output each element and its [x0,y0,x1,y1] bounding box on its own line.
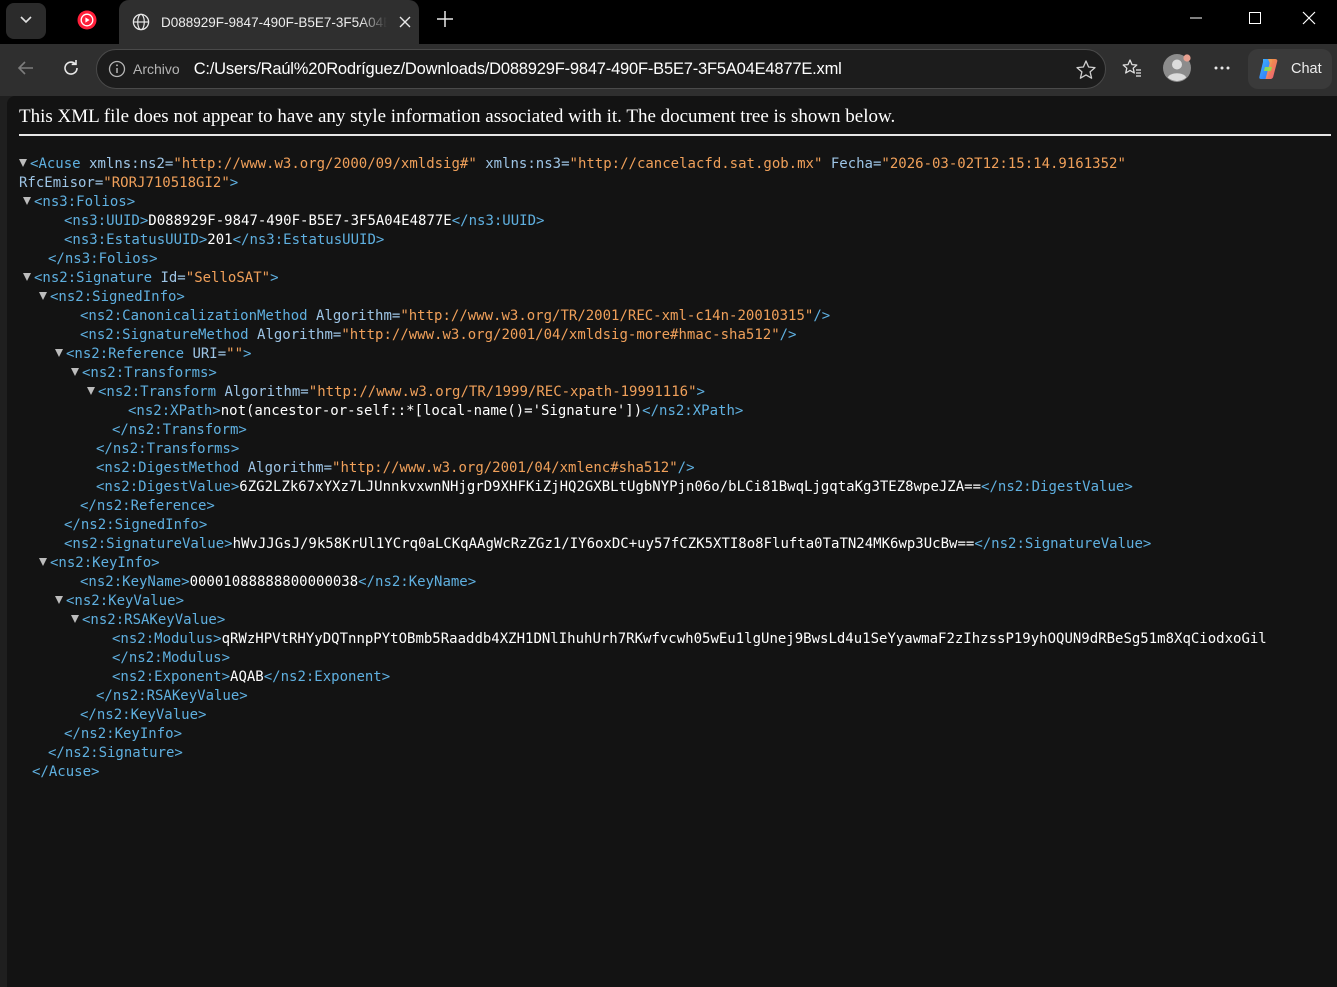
xml-close-keyvalue: </ns2:KeyValue> [80,707,207,723]
xml-node-transform: <ns2:Transform Algorithm="http://www.w3.… [19,383,1267,402]
tab-xml-file[interactable]: D088929F-9847-490F-B5E7-3F5A04E4877E.xml [119,0,419,44]
back-button[interactable] [8,52,44,88]
maximize-window-button[interactable] [1226,0,1284,40]
address-url[interactable]: C:/Users/Raúl%20Rodríguez/Downloads/D088… [194,60,842,79]
xml-node-estatusuuid: <ns3:EstatusUUID>201</ns3:EstatusUUID> [64,232,385,248]
minimize-window-button[interactable] [1167,0,1225,40]
chat-label: Chat [1291,61,1322,77]
reload-icon [61,58,81,83]
xml-node-keyvalue: <ns2:KeyValue> [19,592,1267,611]
xml-node-signaturemethod: <ns2:SignatureMethod Algorithm="http://w… [80,327,797,343]
xml-node-xpath: <ns2:XPath>not(ancestor-or-self::*[local… [128,403,744,419]
close-icon [1302,11,1316,30]
xml-close-signature: </ns2:Signature> [48,745,183,761]
xml-node-digestvalue: <ns2:DigestValue>6ZG2LZk67xYXz7LJUnnkvxw… [96,479,1133,495]
collapse-toggle[interactable] [19,159,27,167]
globe-icon [131,12,151,32]
collapse-toggle[interactable] [55,596,63,604]
close-tab-icon[interactable] [395,12,415,32]
xml-node-folios: <ns3:Folios> [19,193,1267,212]
xml-style-notice: This XML file does not appear to have an… [19,106,1331,136]
xml-close-modulus: </ns2:Modulus> [112,650,231,666]
tab-youtube-music[interactable] [58,2,116,42]
xml-node-uuid: <ns3:UUID>D088929F-9847-490F-B5E7-3F5A04… [64,213,545,229]
collapse-toggle[interactable] [71,368,79,376]
chevron-down-icon [18,11,34,32]
xml-close-signedinfo: </ns2:SignedInfo> [64,517,208,533]
xml-node-canonicalizationmethod: <ns2:CanonicalizationMethod Algorithm="h… [80,308,831,324]
close-window-button[interactable] [1280,0,1337,40]
xml-close-acuse: </Acuse> [32,764,100,780]
xml-node-keyname: <ns2:KeyName>00001088888800000038</ns2:K… [80,574,477,590]
youtube-music-icon [77,10,97,35]
xml-attr-rfcemisor: RfcEmisor="RORJ710518GI2"> [19,175,239,191]
back-arrow-icon [16,58,36,83]
favorites-icon [1121,57,1143,84]
collapse-toggle[interactable] [23,273,31,281]
xml-node-signature: <ns2:Signature Id="SelloSAT"> [19,269,1267,288]
copilot-chat-button[interactable]: Chat [1248,49,1332,89]
tab-actions-menu-button[interactable] [6,3,46,39]
collapse-toggle[interactable] [71,615,79,623]
copilot-icon [1256,56,1282,82]
xml-node-signedinfo: <ns2:SignedInfo> [19,288,1267,307]
tab-title: D088929F-9847-490F-B5E7-3F5A04E4877E.xml [161,14,387,30]
favorite-star-icon[interactable] [1073,57,1099,83]
info-icon[interactable] [107,59,127,79]
collapse-toggle[interactable] [39,558,47,566]
settings-more-button[interactable] [1204,52,1240,88]
collapse-toggle[interactable] [55,349,63,357]
xml-node-keyinfo: <ns2:KeyInfo> [19,554,1267,573]
xml-node-reference: <ns2:Reference URI=""> [19,345,1267,364]
collapse-toggle[interactable] [87,387,95,395]
reload-button[interactable] [53,52,89,88]
xml-close-reference: </ns2:Reference> [80,498,215,514]
xml-close-folios: </ns3:Folios> [48,251,158,267]
xml-node-exponent: <ns2:Exponent>AQAB</ns2:Exponent> [112,669,391,685]
xml-node-modulus: <ns2:Modulus>qRWzHPVtRHYyDQTnnpPYtOBmb5R… [112,631,1267,647]
avatar [1162,53,1192,88]
tab-strip: D088929F-9847-490F-B5E7-3F5A04E4877E.xml [0,0,1337,44]
address-bar[interactable]: Archivo C:/Users/Raúl%20Rodríguez/Downlo… [96,49,1106,89]
more-dots-icon [1212,58,1232,83]
profile-button[interactable] [1159,52,1195,88]
xml-close-transform: </ns2:Transform> [112,422,247,438]
xml-node-acuse: <Acuse xmlns:ns2="http://www.w3.org/2000… [19,155,1267,174]
xml-node-signaturevalue: <ns2:SignatureValue>hWvJJGsJ/9k58KrUl1YC… [64,536,1152,552]
xml-node-rsakeyvalue: <ns2:RSAKeyValue> [19,611,1267,630]
page-content: This XML file does not appear to have an… [7,96,1337,987]
xml-document-tree: <Acuse xmlns:ns2="http://www.w3.org/2000… [19,155,1267,782]
collapse-toggle[interactable] [39,292,47,300]
xml-node-digestmethod: <ns2:DigestMethod Algorithm="http://www.… [96,460,695,476]
xml-close-keyinfo: </ns2:KeyInfo> [64,726,183,742]
favorites-button[interactable] [1114,52,1150,88]
xml-node-transforms: <ns2:Transforms> [19,364,1267,383]
address-scheme-label: Archivo [133,61,180,77]
minimize-icon [1190,11,1202,29]
browser-toolbar: Archivo C:/Users/Raúl%20Rodríguez/Downlo… [0,44,1337,96]
collapse-toggle[interactable] [23,197,31,205]
new-tab-button[interactable] [430,6,460,36]
xml-close-transforms: </ns2:Transforms> [96,441,240,457]
plus-icon [436,10,454,33]
maximize-icon [1249,11,1261,29]
xml-close-rsakeyvalue: </ns2:RSAKeyValue> [96,688,248,704]
